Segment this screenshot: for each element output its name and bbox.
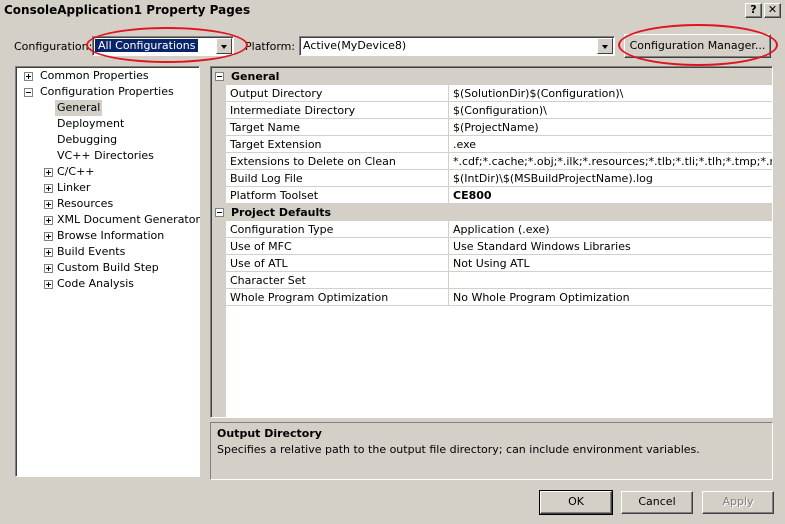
category-project-defaults[interactable]: Project Defaults — [212, 204, 772, 221]
expand-icon[interactable] — [44, 168, 53, 177]
title-bar: ConsoleApplication1 Property Pages ? ✕ — [0, 0, 785, 22]
property-value[interactable]: Application (.exe) — [453, 223, 550, 236]
tree-item-vc-directories[interactable]: VC++ Directories — [55, 148, 156, 164]
property-row[interactable]: Use of MFC Use Standard Windows Librarie… — [226, 238, 772, 255]
platform-label: Platform: — [245, 40, 296, 53]
collapse-icon[interactable] — [215, 208, 224, 217]
property-name: Use of MFC — [230, 240, 292, 253]
property-name: Output Directory — [230, 87, 323, 100]
help-button[interactable]: ? — [745, 3, 762, 18]
configuration-dropdown[interactable]: All Configurations — [92, 36, 234, 56]
property-grid[interactable]: General Output Directory $(SolutionDir)$… — [210, 66, 773, 418]
category-general[interactable]: General — [212, 68, 772, 85]
description-title: Output Directory — [217, 427, 322, 440]
property-name: Target Name — [230, 121, 300, 134]
expand-icon[interactable] — [44, 248, 53, 257]
tree-item-common-properties[interactable]: Common Properties — [20, 68, 151, 84]
configuration-value: All Configurations — [95, 39, 199, 52]
platform-value: Active(MyDevice8) — [303, 39, 407, 52]
property-value[interactable]: CE800 — [453, 189, 492, 202]
chevron-down-icon[interactable] — [216, 38, 232, 54]
tree-item-general[interactable]: General — [55, 100, 103, 116]
close-button[interactable]: ✕ — [764, 3, 781, 18]
property-name: Build Log File — [230, 172, 303, 185]
property-row[interactable]: Target Name $(ProjectName) — [226, 119, 772, 136]
property-value[interactable]: *.cdf;*.cache;*.obj;*.ilk;*.resources;*.… — [453, 155, 772, 168]
apply-button[interactable]: Apply — [702, 491, 774, 514]
collapse-icon[interactable] — [24, 88, 33, 97]
property-row[interactable]: Character Set — [226, 272, 772, 289]
tree-item-build-events[interactable]: Build Events — [40, 244, 127, 260]
property-value[interactable]: $(ProjectName) — [453, 121, 539, 134]
platform-dropdown[interactable]: Active(MyDevice8) — [299, 36, 615, 56]
property-value[interactable]: Not Using ATL — [453, 257, 530, 270]
description-text: Specifies a relative path to the output … — [217, 443, 700, 456]
window-title: ConsoleApplication1 Property Pages — [4, 3, 251, 17]
tree-item-xml-document-generator[interactable]: XML Document Generator — [40, 212, 202, 228]
property-name: Intermediate Directory — [230, 104, 356, 117]
expand-icon[interactable] — [44, 216, 53, 225]
description-panel: Output Directory Specifies a relative pa… — [210, 422, 773, 480]
collapse-icon[interactable] — [215, 72, 224, 81]
property-row[interactable]: Use of ATL Not Using ATL — [226, 255, 772, 272]
tree-item-browse-information[interactable]: Browse Information — [40, 228, 166, 244]
property-value[interactable]: $(Configuration)\ — [453, 104, 547, 117]
expand-icon[interactable] — [44, 280, 53, 289]
property-row[interactable]: Extensions to Delete on Clean *.cdf;*.ca… — [226, 153, 772, 170]
property-value[interactable]: $(IntDir)\$(MSBuildProjectName).log — [453, 172, 653, 185]
expand-icon[interactable] — [44, 264, 53, 273]
property-row[interactable]: Configuration Type Application (.exe) — [226, 221, 772, 238]
cancel-button[interactable]: Cancel — [621, 491, 693, 514]
property-name: Extensions to Delete on Clean — [230, 155, 396, 168]
tree-item-debugging[interactable]: Debugging — [55, 132, 119, 148]
property-row[interactable]: Build Log File $(IntDir)\$(MSBuildProjec… — [226, 170, 772, 187]
tree-item-custom-build-step[interactable]: Custom Build Step — [40, 260, 161, 276]
property-row[interactable]: Intermediate Directory $(Configuration)\ — [226, 102, 772, 119]
configuration-manager-button[interactable]: Configuration Manager... — [624, 34, 771, 58]
expand-icon[interactable] — [44, 232, 53, 241]
property-row[interactable]: Output Directory $(SolutionDir)$(Configu… — [226, 85, 772, 102]
property-value[interactable]: Use Standard Windows Libraries — [453, 240, 631, 253]
configuration-label: Configuration: — [14, 40, 93, 53]
tree-item-deployment[interactable]: Deployment — [55, 116, 126, 132]
property-name: Use of ATL — [230, 257, 288, 270]
property-name: Character Set — [230, 274, 306, 287]
tree-item-c-cpp[interactable]: C/C++ — [40, 164, 97, 180]
property-row[interactable]: Target Extension .exe — [226, 136, 772, 153]
tree-item-configuration-properties[interactable]: Configuration Properties — [20, 84, 176, 100]
property-name: Whole Program Optimization — [230, 291, 389, 304]
expand-icon[interactable] — [44, 200, 53, 209]
property-row[interactable]: Whole Program Optimization No Whole Prog… — [226, 289, 772, 306]
ok-button[interactable]: OK — [539, 490, 613, 515]
tree-item-linker[interactable]: Linker — [40, 180, 92, 196]
grid-gutter — [212, 68, 226, 417]
property-row[interactable]: Platform Toolset CE800 — [226, 187, 772, 204]
property-name: Platform Toolset — [230, 189, 319, 202]
property-name: Target Extension — [230, 138, 322, 151]
property-name: Configuration Type — [230, 223, 334, 236]
tree-item-resources[interactable]: Resources — [40, 196, 115, 212]
property-value[interactable]: No Whole Program Optimization — [453, 291, 630, 304]
chevron-down-icon[interactable] — [597, 38, 613, 54]
property-value[interactable]: .exe — [453, 138, 476, 151]
expand-icon[interactable] — [24, 72, 33, 81]
expand-icon[interactable] — [44, 184, 53, 193]
tree-item-code-analysis[interactable]: Code Analysis — [40, 276, 136, 292]
property-tree[interactable]: Common Properties Configuration Properti… — [15, 66, 200, 477]
property-value[interactable]: $(SolutionDir)$(Configuration)\ — [453, 87, 623, 100]
